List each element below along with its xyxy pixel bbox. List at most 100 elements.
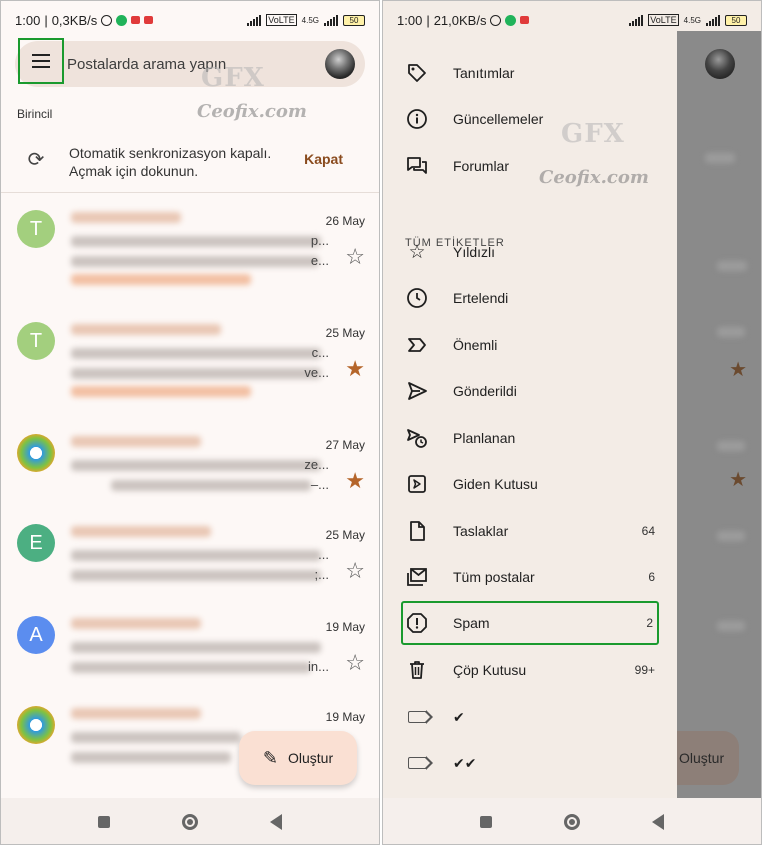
sender-avatar[interactable]: T bbox=[17, 322, 55, 360]
alarm-icon bbox=[101, 14, 113, 26]
compose-button[interactable]: ✎ Oluştur bbox=[239, 731, 357, 785]
drawer-item-outbox[interactable]: Giden Kutusu bbox=[383, 462, 677, 506]
all-mail-icon bbox=[405, 565, 429, 589]
forum-icon bbox=[405, 154, 429, 178]
trash-count: 99+ bbox=[634, 663, 655, 677]
star-icon: ★ bbox=[729, 469, 747, 491]
account-avatar bbox=[705, 49, 735, 79]
mail-snippet-tail: p... bbox=[310, 233, 329, 248]
star-icon: ★ bbox=[729, 359, 747, 381]
spam-icon bbox=[405, 611, 429, 635]
watermark-site: Ceofix.com bbox=[197, 101, 307, 122]
schedule-send-icon bbox=[405, 426, 429, 450]
compose-button: Oluştur bbox=[677, 731, 739, 785]
sender-avatar[interactable]: E bbox=[17, 524, 55, 562]
status-time: 1:00 bbox=[397, 12, 423, 28]
status-speed: 0,3KB/s bbox=[51, 12, 98, 28]
sender-avatar[interactable]: A bbox=[17, 616, 55, 654]
inbox-screen: 1:00 | 0,3KB/s VoLTE 4.5G 50 Postalarda … bbox=[0, 0, 380, 845]
star-icon[interactable]: ★ bbox=[345, 358, 365, 380]
home-button[interactable] bbox=[176, 808, 204, 836]
back-button[interactable] bbox=[262, 808, 290, 836]
sender-avatar[interactable] bbox=[17, 706, 55, 744]
mail-date: 25 May bbox=[325, 528, 365, 542]
mail-snippet-tail: ;... bbox=[314, 567, 329, 582]
hamburger-menu-icon[interactable] bbox=[18, 38, 64, 84]
mail-date: 27 May bbox=[325, 438, 365, 452]
notification-icon bbox=[144, 16, 154, 24]
mail-row[interactable]: E 25 May ... ;... ☆ bbox=[1, 510, 379, 602]
network-type: 4.5G bbox=[683, 15, 701, 25]
drawer-item-starred[interactable]: ☆ Yıldızlı bbox=[383, 230, 677, 274]
compose-label: Oluştur bbox=[287, 750, 334, 766]
mail-snippet-tail: ... bbox=[318, 547, 329, 562]
drawer-item-all-mail[interactable]: Tüm postalar 6 bbox=[383, 555, 677, 599]
network-type: 4.5G bbox=[301, 15, 319, 25]
drafts-count: 64 bbox=[641, 524, 655, 538]
mail-row[interactable]: 27 May ze... –... ★ bbox=[1, 420, 379, 512]
recents-button[interactable] bbox=[90, 808, 118, 836]
drawer-item-drafts[interactable]: Taslaklar 64 bbox=[383, 509, 677, 553]
sync-line-1: Otomatik senkronizasyon kapalı. bbox=[69, 145, 272, 161]
mail-snippet-tail: e... bbox=[310, 253, 329, 268]
mail-date: 26 May bbox=[325, 214, 365, 228]
sender-avatar[interactable]: T bbox=[17, 210, 55, 248]
star-icon[interactable]: ☆ bbox=[345, 246, 365, 268]
notification-icon bbox=[505, 14, 517, 26]
recents-button[interactable] bbox=[472, 808, 500, 836]
label-icon bbox=[405, 705, 433, 729]
sync-banner[interactable]: ⟳ Otomatik senkronizasyon kapalı. Açmak … bbox=[1, 131, 379, 193]
status-bar: 1:00 | 0,3KB/s VoLTE 4.5G 50 bbox=[1, 1, 379, 39]
drawer-item-forums[interactable]: Forumlar bbox=[383, 144, 677, 188]
drawer-item-sent[interactable]: Gönderildi bbox=[383, 369, 677, 413]
trash-icon bbox=[405, 658, 429, 682]
close-button[interactable]: Kapat bbox=[304, 151, 343, 167]
scrim-overlay[interactable]: ★ ★ bbox=[677, 31, 761, 798]
volte-badge: VoLTE bbox=[648, 14, 679, 26]
signal-icon bbox=[247, 14, 262, 26]
account-avatar[interactable] bbox=[325, 49, 355, 79]
volte-badge: VoLTE bbox=[266, 14, 297, 26]
draft-icon bbox=[405, 519, 429, 543]
drawer-item-snoozed[interactable]: Ertelendi bbox=[383, 276, 677, 320]
drawer-item-important[interactable]: Önemli bbox=[383, 323, 677, 367]
battery-icon: 50 bbox=[343, 14, 365, 26]
alarm-icon bbox=[490, 14, 502, 26]
search-input[interactable]: Postalarda arama yapın bbox=[67, 56, 226, 73]
sync-icon: ⟳ bbox=[27, 149, 45, 171]
drawer-screen: 1:00 | 21,0KB/s VoLTE 4.5G 50 ★ ★ Oluştu… bbox=[382, 0, 762, 845]
drawer-item-custom-label[interactable]: ✔✔ bbox=[383, 741, 677, 785]
mail-snippet-tail: in... bbox=[308, 659, 329, 674]
mail-date: 19 May bbox=[325, 620, 365, 634]
mail-row[interactable]: T 26 May p... e... ☆ bbox=[1, 196, 379, 288]
drawer-item-trash[interactable]: Çöp Kutusu 99+ bbox=[383, 648, 677, 692]
drawer-item-promotions[interactable]: Tanıtımlar bbox=[383, 51, 677, 95]
star-icon[interactable]: ☆ bbox=[345, 652, 365, 674]
drawer-item-spam[interactable]: Spam 2 bbox=[401, 601, 659, 645]
outbox-icon bbox=[405, 472, 429, 496]
section-label: Birincil bbox=[17, 107, 53, 121]
drawer-item-updates[interactable]: Güncellemeler bbox=[383, 97, 677, 141]
sender-avatar[interactable] bbox=[17, 434, 55, 472]
mail-date: 19 May bbox=[325, 710, 365, 724]
clock-icon bbox=[405, 286, 429, 310]
mail-row[interactable]: A 19 May in... ☆ bbox=[1, 602, 379, 694]
sync-line-2: Açmak için dokunun. bbox=[69, 163, 199, 179]
signal-icon bbox=[706, 14, 720, 26]
status-speed: 21,0KB/s bbox=[433, 12, 487, 28]
info-icon bbox=[405, 107, 429, 131]
label-icon bbox=[405, 751, 433, 775]
mail-row[interactable]: T 25 May c... ve... ★ bbox=[1, 308, 379, 400]
star-icon[interactable]: ★ bbox=[345, 470, 365, 492]
mail-date: 25 May bbox=[325, 326, 365, 340]
tag-icon bbox=[405, 61, 429, 85]
drawer-item-scheduled[interactable]: Planlanan bbox=[383, 416, 677, 460]
home-button[interactable] bbox=[558, 808, 586, 836]
drawer-item-custom-label[interactable]: ✔ bbox=[383, 695, 677, 739]
mail-snippet-tail: ze... bbox=[304, 457, 329, 472]
star-icon: ☆ bbox=[408, 241, 426, 263]
system-nav-bar bbox=[1, 798, 379, 844]
back-button[interactable] bbox=[644, 808, 672, 836]
star-icon[interactable]: ☆ bbox=[345, 560, 365, 582]
search-bar[interactable]: Postalarda arama yapın bbox=[15, 38, 365, 87]
